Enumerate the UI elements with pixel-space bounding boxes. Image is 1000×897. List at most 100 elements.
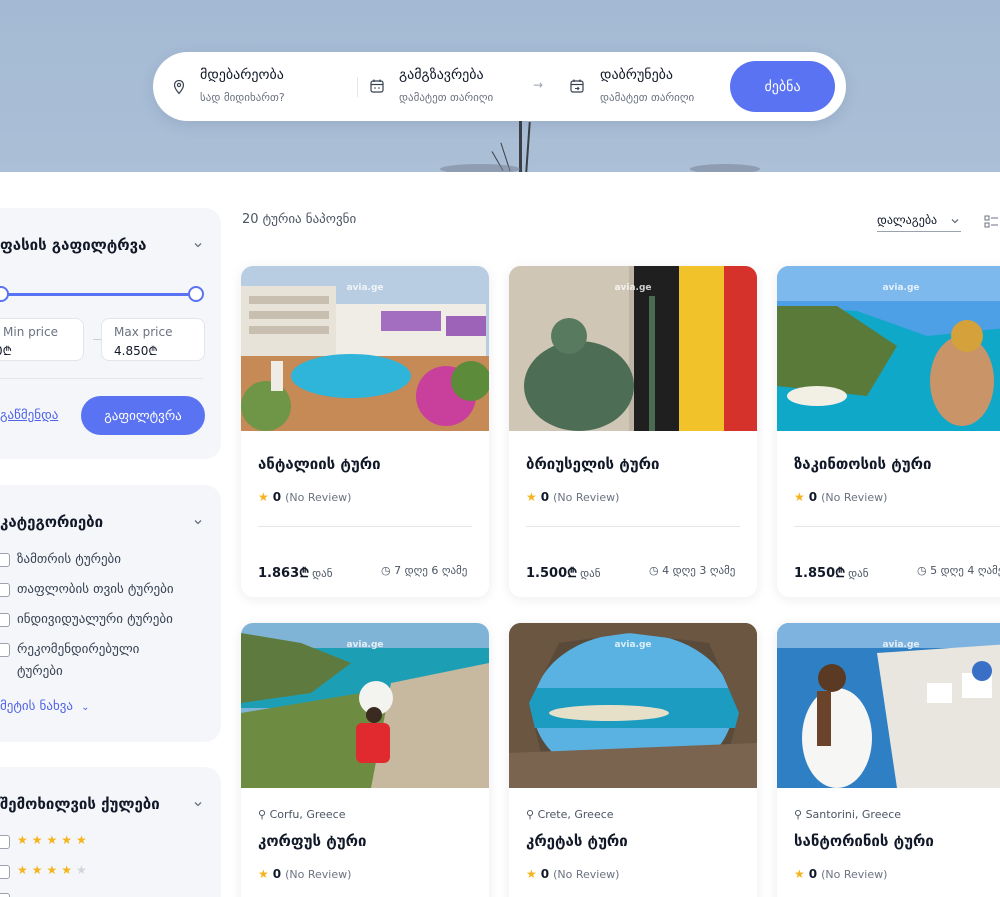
location-pin-icon: ⚲ — [526, 808, 535, 821]
tour-title[interactable]: ანტალიის ტური — [258, 455, 381, 473]
review-count: (No Review) — [821, 491, 888, 504]
tour-location: ⚲ Corfu, Greece — [258, 808, 346, 821]
location-pin-icon — [173, 79, 185, 95]
tour-image[interactable]: avia.ge — [241, 623, 489, 788]
chevron-down-icon[interactable] — [192, 239, 204, 251]
calendar-icon — [370, 79, 384, 93]
categories-title: კატეგორიები — [0, 513, 104, 531]
review-count: (No Review) — [285, 868, 352, 881]
calendar-icon — [570, 79, 584, 93]
tour-duration: ◷ 5 დღე 4 ღამე — [917, 564, 1000, 577]
tour-rating: ★ 0 (No Review) — [258, 490, 351, 504]
chevron-down-icon[interactable] — [192, 516, 204, 528]
rating-value: 0 — [272, 867, 282, 881]
min-price-value: 0₾ — [0, 344, 12, 358]
star-icon: ★ — [258, 490, 269, 504]
watermark: avia.ge — [614, 640, 652, 650]
rating-value: 0 — [808, 490, 818, 504]
rating-checkbox[interactable] — [0, 893, 10, 897]
tour-title[interactable]: სანტორინის ტური — [794, 832, 934, 850]
tour-card[interactable]: avia.ge ბრიუსელის ტური ★ 0 (No Review) 1.5… — [509, 266, 757, 597]
category-checkbox[interactable] — [0, 553, 10, 567]
category-checkbox[interactable] — [0, 643, 10, 657]
boat-silhouette — [690, 164, 760, 172]
tour-location: ⚲ Crete, Greece — [526, 808, 614, 821]
search-button[interactable]: ძებნა — [730, 61, 835, 112]
price-from: დან — [580, 567, 601, 580]
return-label: დაბრუნება — [600, 67, 674, 83]
sort-label: დალაგება — [877, 213, 938, 227]
max-price-field[interactable]: Max price 4.850₾ — [101, 318, 205, 361]
price-max-handle[interactable] — [188, 286, 204, 302]
price-filter-title: ფასის გაფილტრვა — [0, 236, 147, 254]
price-min-handle[interactable] — [0, 286, 9, 302]
rating-value: 0 — [808, 867, 818, 881]
return-date-input[interactable]: დამატეთ თარიღი — [600, 91, 694, 104]
hero-banner: მდებარეობა სად მიდიხართ? გამგზავრება დამ… — [0, 0, 1000, 172]
star-icon: ★ — [794, 490, 805, 504]
tour-image[interactable]: avia.ge — [509, 623, 757, 788]
tour-image[interactable]: avia.ge — [509, 266, 757, 431]
category-checkbox[interactable] — [0, 583, 10, 597]
sort-dropdown[interactable]: დალაგება — [877, 210, 961, 232]
see-more-link[interactable]: მეტის ნახვა ⌄ — [0, 699, 90, 714]
price-dash — [93, 339, 101, 340]
tour-title[interactable]: ზაკინთოსის ტური — [794, 455, 931, 473]
duration-value: 5 დღე 4 ღამე — [930, 564, 1000, 577]
search-bar: მდებარეობა სად მიდიხართ? გამგზავრება დამ… — [153, 52, 846, 121]
tour-rating: ★ 0 (No Review) — [794, 490, 887, 504]
max-price-label: Max price — [114, 325, 173, 339]
divider — [0, 378, 203, 379]
category-label: თაფლობის თვის ტურები — [17, 582, 174, 597]
tour-card[interactable]: avia.ge ზაკინთოსის ტური ★ 0 (No Review) 1.… — [777, 266, 1000, 597]
rating-checkbox[interactable] — [0, 865, 10, 879]
location-text: Corfu, Greece — [269, 808, 346, 821]
category-checkbox[interactable] — [0, 613, 10, 627]
rating-checkbox[interactable] — [0, 835, 10, 849]
tour-price: 1.863₾ დან — [258, 563, 333, 581]
results-count: 20 ტურია ნაპოვნი — [242, 212, 357, 227]
ship-mast — [525, 121, 531, 172]
tour-image[interactable]: avia.ge — [777, 623, 1000, 788]
price-filter-panel: ფასის გაფილტრვა Min price 0₾ Max price 4… — [0, 208, 221, 459]
price-value: 1.850₾ — [794, 566, 846, 581]
category-label: ინდივიდუალური ტურები — [17, 612, 173, 627]
depart-label: გამგზავრება — [399, 67, 484, 83]
location-pin-icon: ⚲ — [258, 808, 267, 821]
tour-rating: ★ 0 (No Review) — [526, 490, 619, 504]
tour-title[interactable]: კორფუს ტური — [258, 832, 366, 850]
apply-filter-button[interactable]: გაფილტვრა — [81, 396, 205, 435]
review-count: (No Review) — [553, 868, 620, 881]
category-label: რეკომენდირებული ტურები — [17, 642, 140, 679]
tour-card[interactable]: avia.ge ⚲ Santorini, Greece სანტორინის ტ… — [777, 623, 1000, 897]
min-price-field[interactable]: Min price 0₾ — [0, 318, 84, 361]
watermark: avia.ge — [346, 640, 384, 650]
tour-title[interactable]: კრეტას ტური — [526, 832, 628, 850]
tour-card[interactable]: avia.ge ანტალიის ტური ★ 0 (No Review) 1.86… — [241, 266, 489, 597]
tour-image[interactable]: avia.ge — [777, 266, 1000, 431]
review-count: (No Review) — [821, 868, 888, 881]
clock-icon: ◷ — [917, 564, 927, 577]
depart-date-input[interactable]: დამატეთ თარიღი — [399, 91, 493, 104]
boat-silhouette — [440, 164, 520, 172]
location-text: Crete, Greece — [537, 808, 614, 821]
star-icon: ★ — [258, 867, 269, 881]
ship-mast — [519, 120, 522, 172]
location-text: Santorini, Greece — [805, 808, 902, 821]
rating-value: 0 — [540, 490, 550, 504]
price-from: დან — [848, 567, 869, 580]
location-input[interactable]: სად მიდიხართ? — [200, 91, 285, 104]
tour-location: ⚲ Santorini, Greece — [794, 808, 901, 821]
tour-rating: ★ 0 (No Review) — [794, 867, 887, 881]
clear-filter-link[interactable]: გაწმენდა — [0, 408, 58, 423]
tour-title[interactable]: ბრიუსელის ტური — [526, 455, 659, 473]
search-separator — [357, 77, 358, 97]
rating-value: 0 — [540, 867, 550, 881]
tour-card[interactable]: avia.ge ⚲ Corfu, Greece კორფუს ტური ★ 0 (N… — [241, 623, 489, 897]
grid-view-icon[interactable] — [984, 215, 998, 229]
category-label: ზამთრის ტურები — [17, 552, 122, 567]
tour-image[interactable]: avia.ge — [241, 266, 489, 431]
chevron-down-icon[interactable] — [192, 798, 204, 810]
duration-value: 7 დღე 6 ღამე — [394, 564, 468, 577]
tour-card[interactable]: avia.ge ⚲ Crete, Greece კრეტას ტური ★ 0 (N… — [509, 623, 757, 897]
